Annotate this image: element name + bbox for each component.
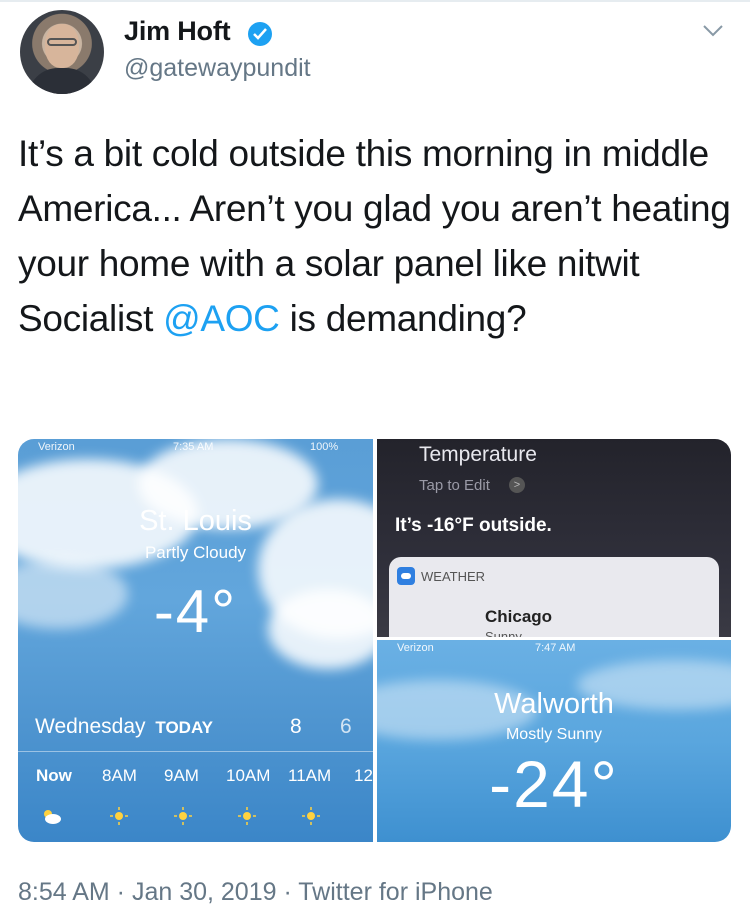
high-temp: 8 — [290, 715, 302, 738]
media-grid[interactable]: Verizon 7:35 AM 100% St. Louis Partly Cl… — [18, 439, 731, 842]
avatar-face — [45, 24, 79, 68]
sun-icon — [174, 807, 192, 825]
tweet-text: It’s a bit cold outside this morning in … — [18, 126, 738, 346]
status-time: 7:47 AM — [535, 642, 576, 654]
tweet-timestamp[interactable]: 8:54 AM · Jan 30, 2019 · Twitter for iPh… — [18, 878, 493, 907]
weather-card: WEATHER Chicago Sunny — [389, 557, 719, 637]
partly-cloudy-icon — [44, 810, 61, 824]
avatar[interactable] — [20, 10, 104, 94]
sun-icon — [238, 807, 256, 825]
city-name: Walworth — [494, 688, 614, 720]
avatar-glasses — [47, 38, 77, 46]
weather-card-condition: Sunny — [485, 629, 522, 637]
siri-answer: It’s -16°F outside. — [395, 515, 552, 536]
today-label: TODAY — [155, 718, 214, 737]
hour-label: Now — [36, 766, 72, 785]
hour-label: 8AM — [102, 766, 137, 785]
status-battery: 100% — [310, 441, 339, 453]
status-carrier: Verizon — [397, 642, 434, 654]
hour-label: 10AM — [226, 766, 271, 785]
author-handle[interactable]: @gatewaypundit — [124, 54, 311, 83]
divider — [18, 751, 373, 752]
status-carrier: Verizon — [38, 441, 75, 453]
city-name: St. Louis — [139, 505, 252, 537]
condition: Partly Cloudy — [144, 543, 247, 562]
chevron-right-icon: > — [509, 477, 525, 493]
status-time: 7:35 AM — [173, 441, 214, 453]
top-divider — [0, 0, 750, 2]
avatar-shirt — [28, 68, 96, 94]
weather-card-city: Chicago — [485, 607, 553, 626]
image-st-louis-weather[interactable]: Verizon 7:35 AM 100% St. Louis Partly Cl… — [18, 439, 373, 842]
hour-label: 9AM — [164, 766, 199, 785]
hour-label: 12 — [354, 766, 373, 785]
temperature: -4° — [153, 578, 238, 645]
siri-title: Temperature — [419, 443, 537, 466]
condition: Mostly Sunny — [505, 726, 603, 743]
weather-app-icon — [397, 567, 415, 585]
tap-to-edit: Tap to Edit — [419, 477, 490, 494]
low-temp: 6 — [340, 715, 352, 738]
verified-badge-icon — [248, 22, 272, 46]
sun-icon — [302, 807, 320, 825]
chevron-down-icon[interactable] — [702, 24, 724, 38]
image-walworth-weather[interactable]: Verizon 7:47 AM Walworth Mostly Sunny -2… — [377, 640, 731, 842]
image-siri-temperature[interactable]: Temperature Tap to Edit > It’s -16°F out… — [377, 439, 731, 637]
author-name[interactable]: Jim Hoft — [124, 16, 231, 47]
day-name: Wednesday — [35, 715, 146, 738]
temperature: -24° — [489, 747, 619, 821]
mention-link[interactable]: @AOC — [163, 298, 280, 339]
tweet-text-part: is demanding? — [279, 298, 527, 339]
sun-icon — [110, 807, 128, 825]
day-row: Wednesday TODAY — [35, 715, 213, 739]
weather-card-label: WEATHER — [421, 569, 486, 584]
hour-label: 11AM — [288, 766, 332, 785]
